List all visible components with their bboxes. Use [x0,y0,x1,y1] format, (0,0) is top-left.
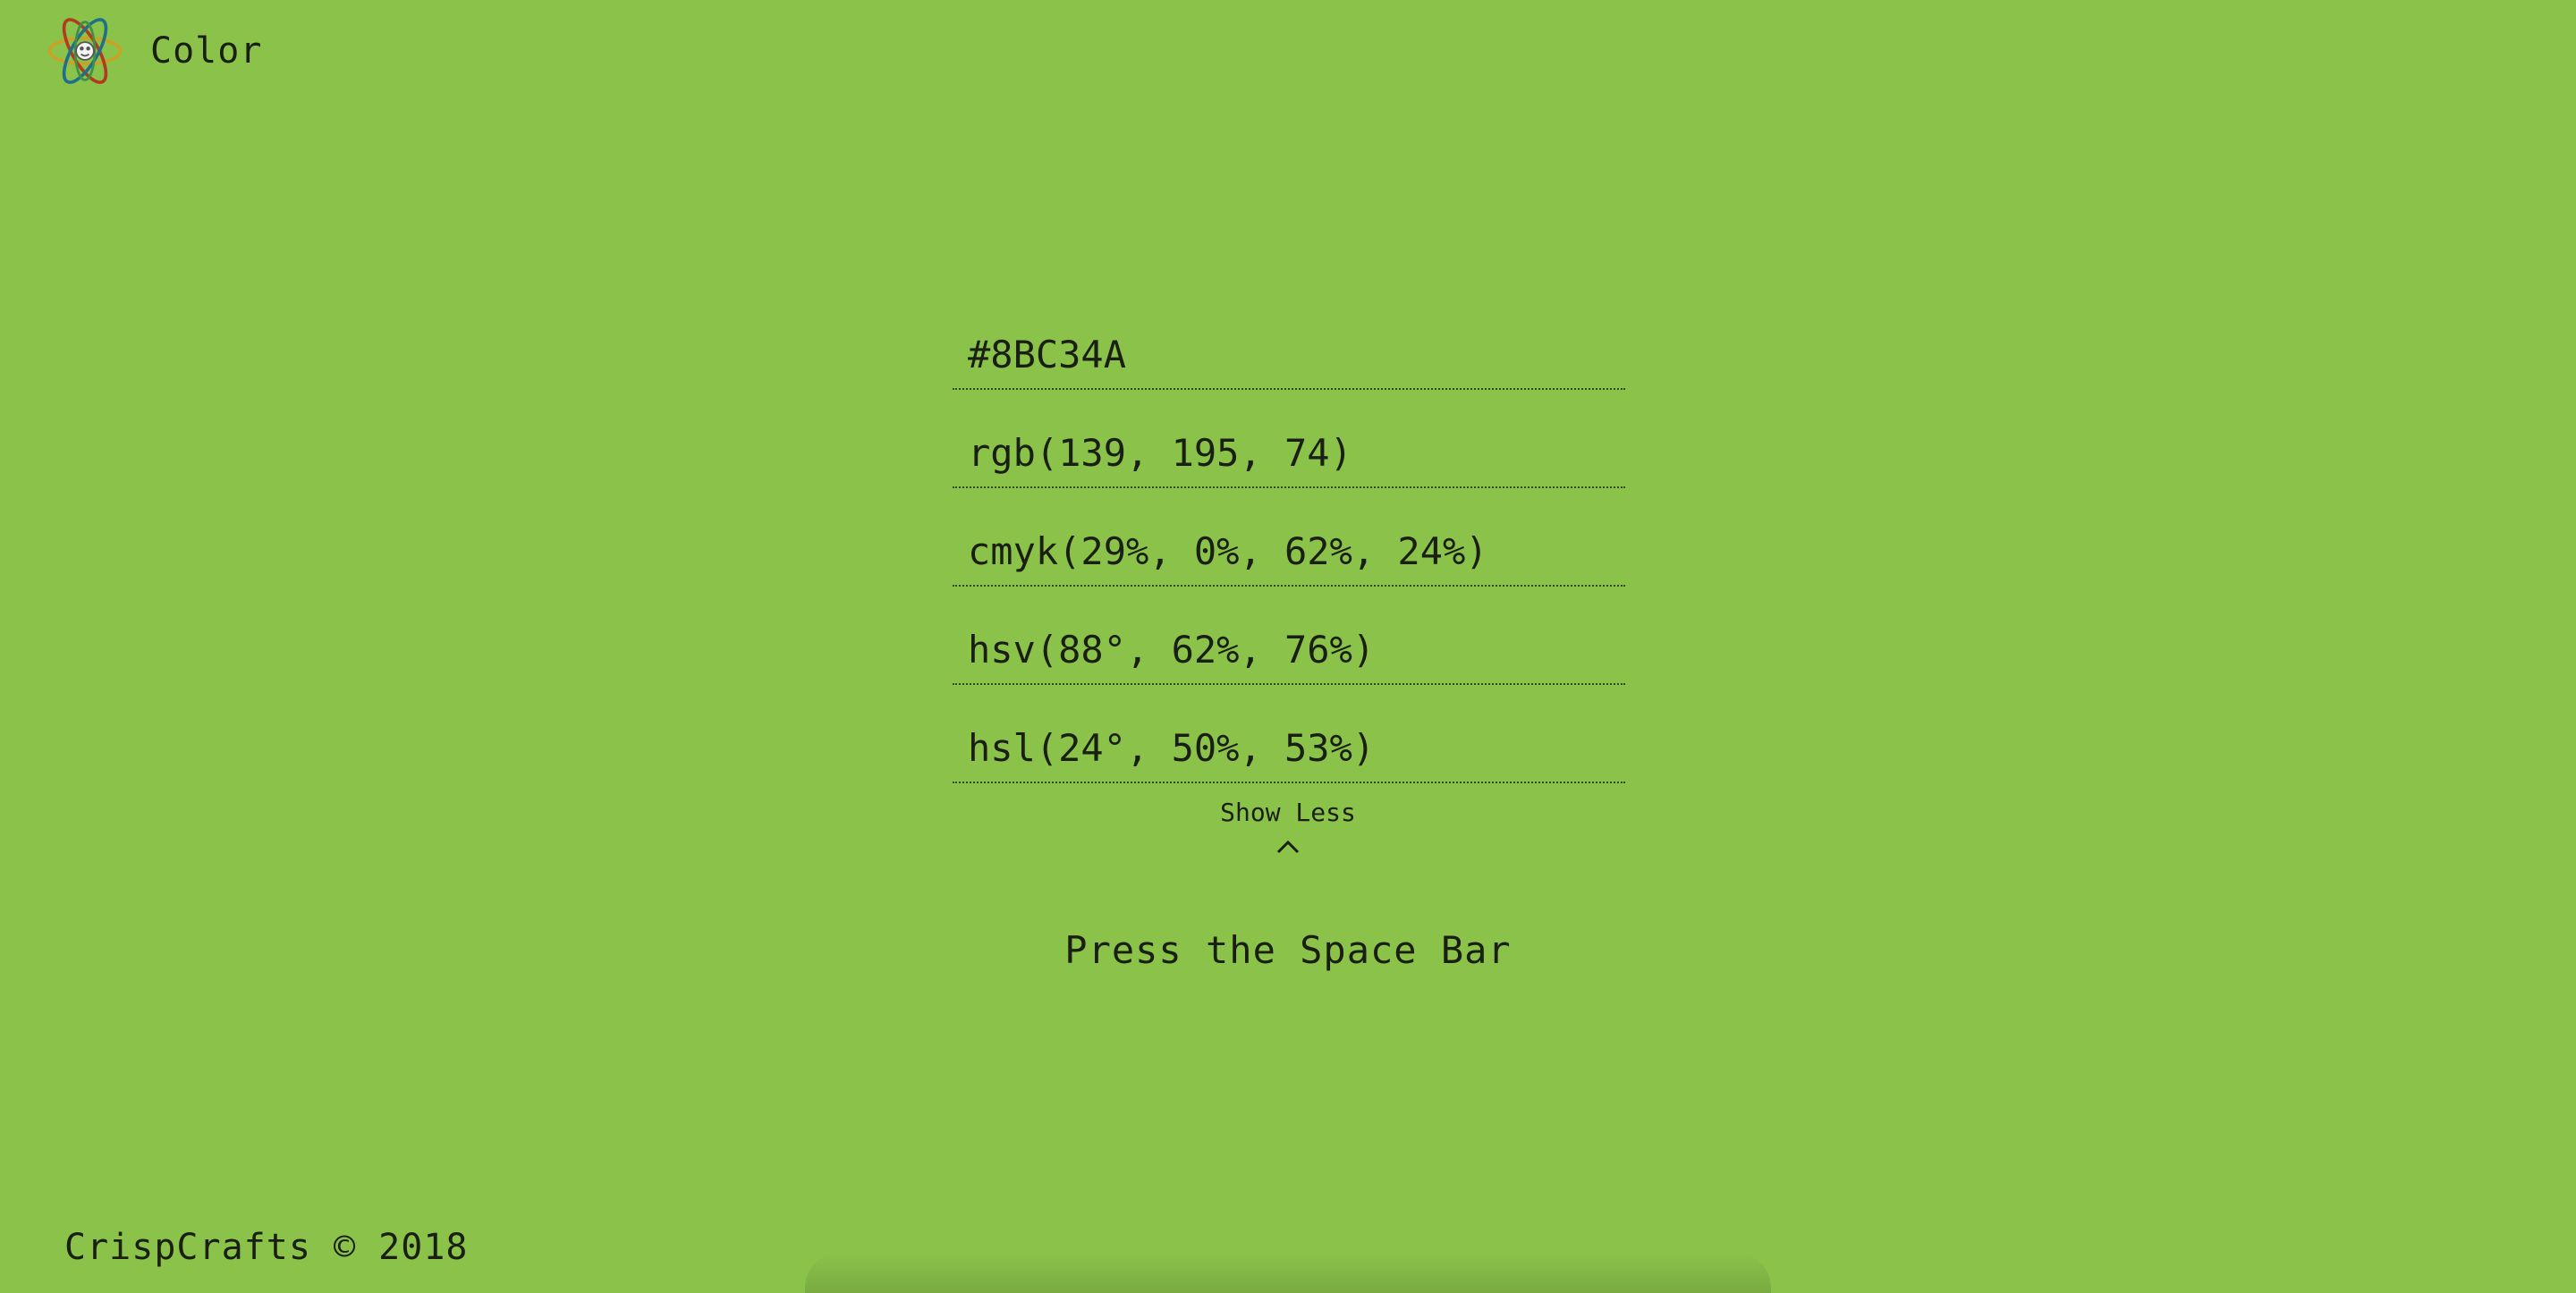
hsv-value-field[interactable]: hsv(88°, 62%, 76%) [953,588,1625,685]
dock-shadow [805,1252,1771,1293]
rgb-value[interactable]: rgb(139, 195, 74) [953,435,1352,486]
header: Color [45,11,262,91]
rgb-value-field[interactable]: rgb(139, 195, 74) [953,392,1625,488]
hsv-value[interactable]: hsv(88°, 62%, 76%) [953,631,1375,683]
show-less-button[interactable]: Show Less [1109,798,1467,854]
chevron-up-icon [1276,840,1300,854]
cmyk-value-field[interactable]: cmyk(29%, 0%, 62%, 24%) [953,490,1625,587]
hex-value-field[interactable]: #8BC34A [953,293,1625,390]
footer-copyright: CrispCrafts © 2018 [64,1227,469,1268]
hsl-value[interactable]: hsl(24°, 50%, 53%) [953,730,1375,782]
color-format-list: #8BC34A rgb(139, 195, 74) cmyk(29%, 0%, … [953,293,1625,785]
cmyk-value[interactable]: cmyk(29%, 0%, 62%, 24%) [953,533,1488,585]
app-title: Color [150,30,263,72]
show-less-label: Show Less [1220,798,1356,827]
atom-logo-icon[interactable] [45,11,125,91]
hex-value[interactable]: #8BC34A [953,336,1126,388]
hsl-value-field[interactable]: hsl(24°, 50%, 53%) [953,687,1625,783]
space-bar-hint: Press the Space Bar [1064,928,1512,972]
